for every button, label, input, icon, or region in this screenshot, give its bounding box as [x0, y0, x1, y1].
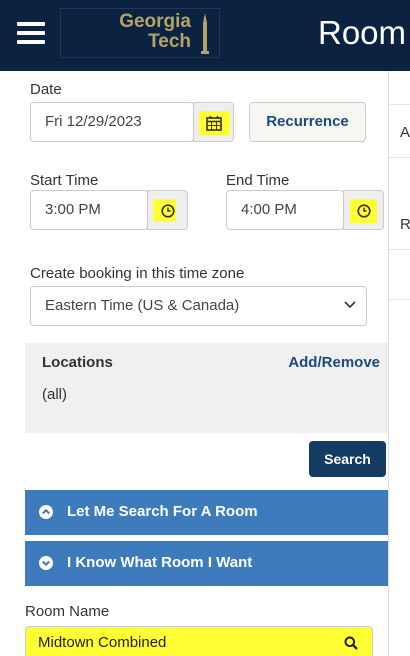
timezone-select[interactable]: Eastern Time (US & Canada)	[30, 286, 367, 326]
locations-panel: Locations Add/Remove (all)	[25, 343, 388, 433]
end-time-picker-button[interactable]	[343, 190, 384, 230]
timezone-selected-value: Eastern Time (US & Canada)	[45, 297, 240, 314]
search-icon[interactable]	[344, 636, 358, 650]
start-time-picker-button[interactable]	[147, 190, 188, 230]
right-panel-letter-a: A	[400, 124, 410, 141]
add-remove-link[interactable]: Add/Remove	[288, 354, 380, 371]
room-name-label: Room Name	[25, 603, 110, 620]
end-time-input[interactable]: 4:00 PM	[226, 190, 344, 230]
date-label: Date	[30, 81, 62, 98]
divider	[389, 104, 410, 105]
tech-tower-icon	[201, 13, 209, 54]
clock-icon	[161, 204, 175, 218]
chevron-down-circle-icon	[39, 556, 53, 570]
divider	[389, 157, 410, 158]
start-time-input[interactable]: 3:00 PM	[30, 190, 148, 230]
start-time-label: Start Time	[30, 172, 99, 189]
divider	[389, 249, 410, 250]
clock-icon	[357, 204, 371, 218]
georgia-tech-logo[interactable]: Georgia Tech	[60, 8, 220, 58]
divider	[389, 299, 410, 300]
logo-text-line1: Georgia	[119, 11, 191, 32]
accordion-label: Let Me Search For A Room	[67, 503, 258, 520]
date-input[interactable]: Fri 12/29/2023	[30, 102, 194, 142]
locations-value: (all)	[42, 386, 67, 403]
room-name-value: Midtown Combined	[38, 634, 167, 651]
chevron-up-circle-icon	[39, 505, 53, 519]
recurrence-button[interactable]: Recurrence	[249, 102, 366, 142]
hamburger-menu-icon[interactable]	[17, 22, 45, 44]
booking-form: Date Fri 12/29/2023 Recurrence Start Tim…	[0, 71, 391, 656]
accordion-know-room[interactable]: I Know What Room I Want	[25, 541, 391, 586]
right-panel-letter-r: R	[400, 216, 410, 233]
locations-title: Locations	[42, 354, 113, 371]
chevron-down-icon	[344, 301, 356, 309]
accordion-search-room[interactable]: Let Me Search For A Room	[25, 490, 391, 535]
search-button[interactable]: Search	[309, 441, 386, 477]
accordion-label: I Know What Room I Want	[67, 554, 253, 571]
date-picker-button[interactable]	[193, 102, 234, 142]
end-time-label: End Time	[226, 172, 290, 189]
room-name-input[interactable]: Midtown Combined	[25, 626, 373, 656]
timezone-label: Create booking in this time zone	[30, 265, 245, 282]
calendar-icon	[206, 116, 222, 131]
top-navbar: Georgia Tech Room	[0, 0, 410, 71]
logo-text-line2: Tech	[148, 31, 191, 52]
app-title: Room	[318, 14, 407, 51]
right-results-panel: A R	[388, 71, 410, 656]
